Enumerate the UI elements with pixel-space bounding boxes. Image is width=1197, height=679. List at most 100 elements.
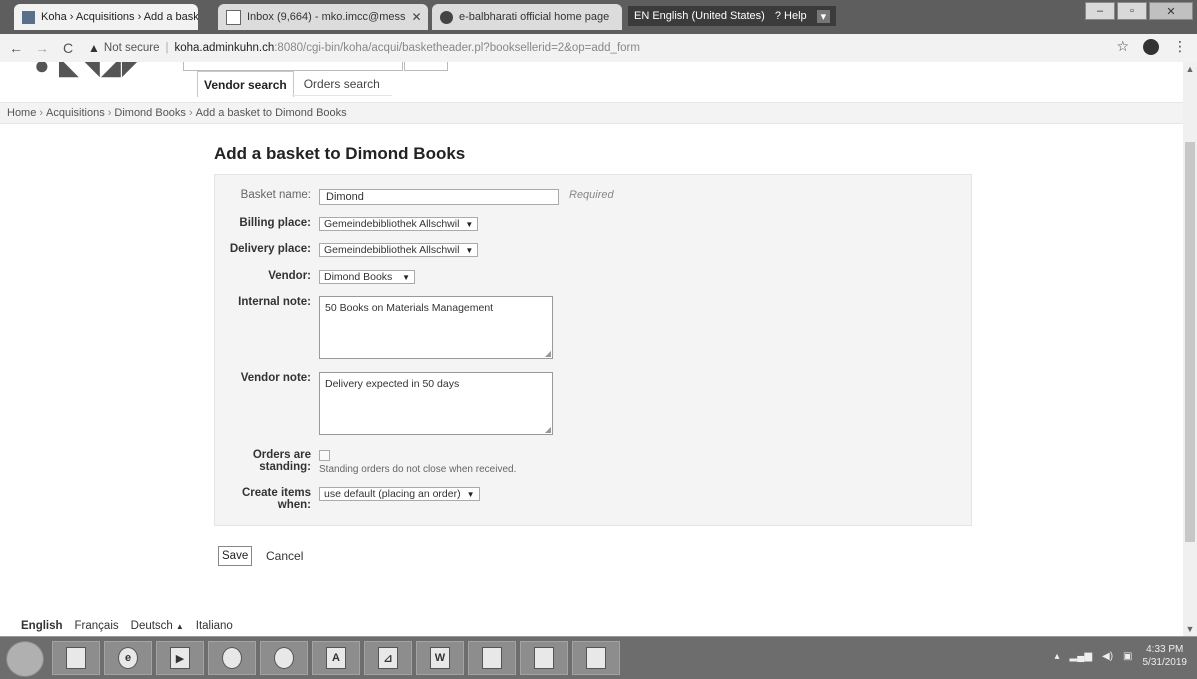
tab-vendor-search[interactable]: Vendor search (197, 71, 294, 97)
scroll-up-icon[interactable]: ▲ (1183, 64, 1197, 74)
delivery-place-row: Delivery place: Gemeindebibliothek Allsc… (215, 243, 479, 257)
browser-icon: e (118, 647, 138, 669)
vendor-note-row: Vendor note: Delivery expected in 50 day… (215, 372, 553, 435)
chrome-icon (274, 647, 294, 669)
delivery-place-select[interactable]: Gemeindebibliothek Allschwil ▼ (319, 243, 479, 257)
language-italiano[interactable]: Italiano (196, 620, 233, 632)
language-francais[interactable]: Français (75, 620, 119, 632)
search-input-partial[interactable] (183, 62, 403, 71)
resize-grip-icon[interactable]: ◢ (545, 425, 551, 434)
orders-standing-hint: Standing orders do not close when receiv… (319, 464, 517, 475)
taskbar-doc-3[interactable] (572, 641, 620, 675)
resize-grip-icon[interactable]: ◢ (545, 349, 551, 358)
scrollbar-thumb[interactable] (1185, 142, 1195, 542)
close-icon[interactable]: ✕ (406, 10, 422, 24)
back-arrow-icon[interactable]: ← (6, 40, 26, 56)
basket-name-row: Basket name: Required (215, 189, 614, 205)
word-icon: W (430, 647, 450, 669)
taskbar: e ▶ A ⊿ W ▴ ▂▄▆ ◀) ▣ 4:33 PM 5/31/2019 (0, 636, 1197, 679)
security-label: Not secure (103, 42, 160, 54)
window-close-button[interactable]: ✕ (1149, 2, 1193, 20)
address-bar-actions: ☆ ⋮ (1116, 38, 1187, 55)
language-deutsch[interactable]: Deutsch ▲ (131, 620, 184, 632)
breadcrumb-acquisitions[interactable]: Acquisitions (46, 107, 105, 119)
save-button[interactable]: Save (218, 546, 253, 566)
create-items-select[interactable]: use default (placing an order) ▼ (319, 487, 480, 501)
pdf-icon: A (326, 647, 346, 669)
language-switcher: English Français Deutsch ▲ Italiano (21, 620, 233, 632)
document-icon (534, 647, 554, 669)
forward-arrow-icon[interactable]: → (32, 40, 52, 56)
clock[interactable]: 4:33 PM 5/31/2019 (1143, 643, 1188, 669)
url-path: :8080/cgi-bin/koha/acqui/basketheader.pl… (274, 42, 640, 54)
taskbar-chrome[interactable] (260, 641, 308, 675)
url-host: koha.adminkuhn.ch (174, 42, 275, 54)
vendor-note-label: Vendor note: (240, 372, 311, 384)
browser-tab-title: Koha › Acquisitions › Add a bask (41, 11, 198, 23)
taskbar-explorer[interactable] (52, 641, 100, 675)
internal-note-label: Internal note: (238, 296, 311, 308)
taskbar-doc-1[interactable] (468, 641, 516, 675)
taskbar-media[interactable]: ▶ (156, 641, 204, 675)
breadcrumb-current: Add a basket to Dimond Books (195, 107, 347, 119)
folder-icon (66, 647, 86, 669)
tab-orders-search[interactable]: Orders search (294, 71, 386, 96)
language-bar[interactable]: EN English (United States) ? Help ▾ (628, 6, 837, 26)
browser-tab-title: e-balbharati official home page (459, 11, 610, 23)
taskbar-word[interactable]: W (416, 641, 464, 675)
tray-expand-icon[interactable]: ▴ (1055, 651, 1060, 662)
browser-tab-balbharati[interactable]: e-balbharati official home page (432, 4, 622, 30)
billing-place-label: Billing place: (239, 217, 311, 229)
menu-kebab-icon[interactable]: ⋮ (1173, 38, 1187, 55)
browser-tab-inbox[interactable]: Inbox (9,664) - mko.imcc@mess ✕ (218, 4, 428, 30)
warning-icon: ▲ (88, 41, 100, 55)
taskbar-chart[interactable]: ⊿ (364, 641, 412, 675)
volume-icon[interactable]: ◀) (1102, 651, 1113, 662)
app-icon (222, 647, 242, 669)
caret-up-icon: ▲ (175, 622, 184, 631)
taskbar-app[interactable] (208, 641, 256, 675)
extension-icon[interactable] (1143, 38, 1159, 55)
delivery-place-label: Delivery place: (229, 243, 311, 255)
internal-note-textarea[interactable]: 50 Books on Materials Management ◢ (319, 296, 553, 359)
cancel-link[interactable]: Cancel (266, 549, 303, 563)
vendor-note-textarea[interactable]: Delivery expected in 50 days ◢ (319, 372, 553, 435)
chevron-down-icon: ▼ (402, 272, 410, 282)
search-tabs: Vendor search Orders search (197, 71, 386, 97)
language-bar-menu-icon[interactable]: ▾ (816, 9, 831, 23)
breadcrumb-home[interactable]: Home (7, 107, 36, 119)
help-link[interactable]: ? Help (775, 10, 807, 22)
reload-icon[interactable]: C (58, 40, 78, 56)
url-field[interactable]: ▲ Not secure | koha.adminkuhn.ch :8080/c… (88, 37, 640, 59)
browser-tab-koha[interactable]: Koha › Acquisitions › Add a bask ✕ (14, 4, 198, 30)
page-title: Add a basket to Dimond Books (214, 144, 466, 163)
billing-place-row: Billing place: Gemeindebibliothek Allsch… (215, 217, 479, 231)
signal-icon[interactable]: ▂▄▆ (1070, 651, 1092, 662)
taskbar-acrobat[interactable]: A (312, 641, 360, 675)
system-tray: ▴ ▂▄▆ ◀) ▣ 4:33 PM 5/31/2019 (1055, 643, 1187, 669)
breadcrumb-vendor[interactable]: Dimond Books (114, 107, 186, 119)
taskbar-doc-2[interactable] (520, 641, 568, 675)
koha-favicon-icon (22, 10, 35, 24)
language-english[interactable]: English (21, 620, 63, 632)
minimize-button[interactable]: – (1085, 2, 1115, 20)
basket-name-input[interactable] (319, 189, 559, 205)
address-bar: ← → C ▲ Not secure | koha.adminkuhn.ch :… (0, 34, 1197, 63)
start-button[interactable] (6, 641, 44, 677)
required-hint: Required (569, 189, 614, 201)
create-items-row: Create items when: use default (placing … (215, 487, 480, 511)
orders-standing-checkbox[interactable] (319, 450, 330, 461)
scroll-down-icon[interactable]: ▼ (1183, 624, 1197, 634)
language-indicator: EN English (United States) (634, 10, 765, 22)
maximize-button[interactable]: ▫ (1117, 2, 1147, 20)
chart-app-icon: ⊿ (378, 647, 398, 669)
vendor-select[interactable]: Dimond Books ▼ (319, 270, 415, 284)
create-items-label: Create items when: (241, 487, 311, 511)
search-submit-partial[interactable] (404, 62, 448, 71)
bookmark-star-icon[interactable]: ☆ (1116, 38, 1129, 55)
orders-standing-label: Orders are standing: (252, 449, 311, 473)
taskbar-ie[interactable]: e (104, 641, 152, 675)
page-scrollbar[interactable]: ▲ ▼ (1183, 62, 1197, 636)
billing-place-select[interactable]: Gemeindebibliothek Allschwil ▼ (319, 217, 479, 231)
network-icon[interactable]: ▣ (1123, 651, 1132, 662)
